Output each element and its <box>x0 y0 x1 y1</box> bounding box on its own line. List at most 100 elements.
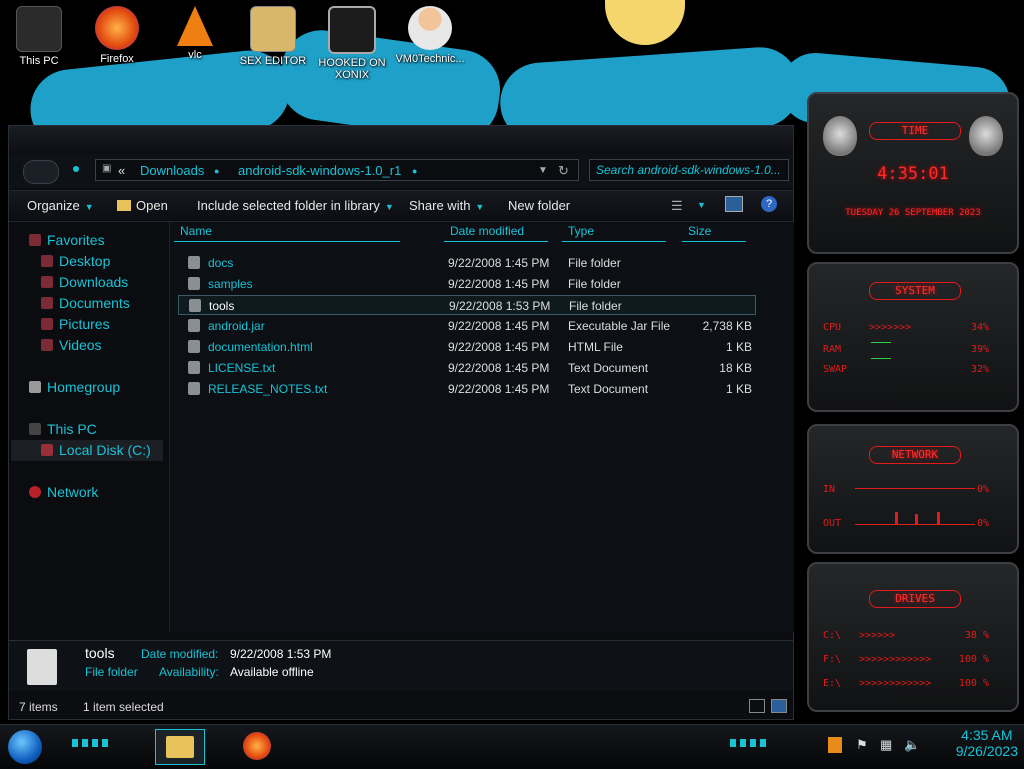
table-row[interactable]: samples 9/22/2008 1:45 PM File folder <box>178 274 756 294</box>
taskbar-explorer-button[interactable] <box>155 729 205 765</box>
star-icon <box>29 234 41 246</box>
large-icons-view-icon[interactable] <box>771 699 787 713</box>
back-forward-buttons[interactable] <box>23 160 59 184</box>
nav-videos[interactable]: Videos <box>41 337 102 355</box>
window-titlebar[interactable] <box>9 126 793 154</box>
file-icon <box>188 382 200 395</box>
nav-documents[interactable]: Documents <box>41 295 130 313</box>
recent-pages-icon[interactable] <box>73 166 79 172</box>
network-in-value: 0% <box>976 484 989 495</box>
column-header-name[interactable]: Name <box>174 224 400 242</box>
column-header-type[interactable]: Type <box>562 224 666 242</box>
folder-icon <box>189 299 201 312</box>
flag-icon[interactable]: ⚑ <box>856 737 868 753</box>
network-icon <box>29 486 41 498</box>
nav-this-pc[interactable]: This PC <box>29 421 97 439</box>
file-name[interactable]: RELEASE_NOTES.txt <box>208 382 327 396</box>
cpu-bar: >>>>>>> <box>869 322 912 333</box>
network-in-label: IN <box>823 484 836 495</box>
command-bar: Organize ▼ Open Include selected folder i… <box>9 190 793 222</box>
details-view-icon[interactable] <box>749 699 765 713</box>
file-date: 9/22/2008 1:45 PM <box>448 382 550 396</box>
network-in-graph <box>855 488 975 489</box>
nav-local-disk[interactable]: Local Disk (C:) <box>11 440 163 461</box>
file-name[interactable]: samples <box>208 277 253 291</box>
file-name[interactable]: LICENSE.txt <box>208 361 275 375</box>
open-button[interactable]: Open <box>117 198 168 213</box>
preview-pane-icon[interactable] <box>725 196 743 212</box>
nav-network[interactable]: Network <box>29 484 98 502</box>
table-row[interactable]: documentation.html 9/22/2008 1:45 PM HTML … <box>178 337 756 357</box>
desktop-icon-vlc[interactable]: vlc <box>160 6 230 61</box>
desktop-icon <box>41 255 53 267</box>
taskbar-firefox-button[interactable] <box>243 732 271 760</box>
folder-icon: ▣ <box>102 163 112 174</box>
chevron-down-icon[interactable]: ▼ <box>697 200 706 210</box>
nav-favorites[interactable]: Favorites <box>29 232 105 250</box>
file-name[interactable]: android.jar <box>208 319 265 333</box>
refresh-icon[interactable]: ↻ <box>558 163 569 179</box>
start-button[interactable] <box>8 730 42 764</box>
include-in-library-button[interactable]: Include selected folder in library ▼ <box>197 198 394 213</box>
tray-app-icon[interactable] <box>828 737 842 753</box>
network-out-value: 0% <box>976 518 989 529</box>
nav-pictures[interactable]: Pictures <box>41 316 110 334</box>
breadcrumb-separator-icon[interactable]: ● <box>412 166 417 176</box>
documents-icon <box>41 297 53 309</box>
system-gadget-title: SYSTEM <box>869 282 961 300</box>
table-row[interactable]: android.jar 9/22/2008 1:45 PM Executable J… <box>178 316 756 336</box>
file-date: 9/22/2008 1:45 PM <box>448 340 550 354</box>
file-name[interactable]: tools <box>209 299 234 313</box>
organize-button[interactable]: Organize ▼ <box>27 198 94 213</box>
file-type: File folder <box>569 299 622 313</box>
drive-f-bar: >>>>>>>>>>>> <box>859 654 932 665</box>
drives-gadget[interactable]: DRIVES C:\ >>>>>> 38 % F:\ >>>>>>>>>>>> … <box>807 562 1019 712</box>
search-input[interactable]: Search android-sdk-windows-1.0... <box>589 159 789 181</box>
table-row[interactable]: tools 9/22/2008 1:53 PM File folder <box>178 295 756 315</box>
details-name: tools <box>85 645 115 661</box>
share-with-button[interactable]: Share with ▼ <box>409 198 484 213</box>
new-folder-button[interactable]: New folder <box>508 198 570 213</box>
file-name[interactable]: documentation.html <box>208 340 313 354</box>
network-tray-icon[interactable]: ▦ <box>880 737 892 753</box>
taskbar-decoration <box>730 739 770 747</box>
network-gadget[interactable]: NETWORK IN 0% OUT 0% <box>807 424 1019 554</box>
homegroup-icon <box>29 381 41 393</box>
desktop-icon-user[interactable]: VM0Technic... <box>392 6 468 65</box>
file-date: 9/22/2008 1:45 PM <box>448 256 550 270</box>
table-row[interactable]: docs 9/22/2008 1:45 PM File folder <box>178 253 756 273</box>
address-field[interactable]: ▣ « Downloads ● android-sdk-windows-1.0_… <box>95 159 579 181</box>
network-out-label: OUT <box>823 518 842 529</box>
chevron-down-icon[interactable]: ▼ <box>538 165 548 176</box>
folder-icon <box>166 736 194 758</box>
file-name[interactable]: docs <box>208 256 233 270</box>
volume-icon[interactable]: 🔈 <box>904 737 920 753</box>
breadcrumb-downloads[interactable]: Downloads <box>140 163 204 178</box>
time-gadget[interactable]: TIME 4:35:01 TUESDAY 26 SEPTEMBER 2023 <box>807 92 1019 254</box>
column-header-date[interactable]: Date modified <box>444 224 548 242</box>
address-chevron[interactable]: « <box>118 163 125 178</box>
table-row[interactable]: RELEASE_NOTES.txt 9/22/2008 1:45 PM Text D… <box>178 379 756 399</box>
swap-value: 32% <box>970 364 989 375</box>
drive-f-label: F:\ <box>823 654 842 665</box>
nav-desktop[interactable]: Desktop <box>41 253 110 271</box>
folder-thumbnail-icon <box>27 649 57 685</box>
desktop-icon-xonix[interactable]: HOOKED ON XONIX <box>316 6 388 81</box>
desktop-icon-firefox[interactable]: Firefox <box>82 6 152 65</box>
column-header-size[interactable]: Size <box>682 224 746 242</box>
gadget-clock: 4:35:01 <box>877 164 949 184</box>
desktop-icon-hex-editor[interactable]: SEX EDITOR <box>238 6 308 67</box>
breadcrumb-android-sdk[interactable]: android-sdk-windows-1.0_r1 <box>238 163 401 178</box>
taskbar-clock[interactable]: 4:35 AM 9/26/2023 <box>956 727 1018 767</box>
nav-homegroup[interactable]: Homegroup <box>29 379 120 397</box>
file-date: 9/22/2008 1:45 PM <box>448 319 550 333</box>
ram-value: 39% <box>970 344 989 355</box>
nav-downloads[interactable]: Downloads <box>41 274 128 292</box>
help-icon[interactable]: ? <box>761 196 777 212</box>
desktop-icon-this-pc[interactable]: This PC <box>4 6 74 67</box>
view-options-icon[interactable]: ☰ <box>671 198 683 214</box>
swap-label: SWAP <box>823 364 848 375</box>
breadcrumb-separator-icon[interactable]: ● <box>214 166 219 176</box>
table-row[interactable]: LICENSE.txt 9/22/2008 1:45 PM Text Documen… <box>178 358 756 378</box>
system-gadget[interactable]: SYSTEM CPU >>>>>>> 34% RAM 39% SWAP 32% <box>807 262 1019 412</box>
